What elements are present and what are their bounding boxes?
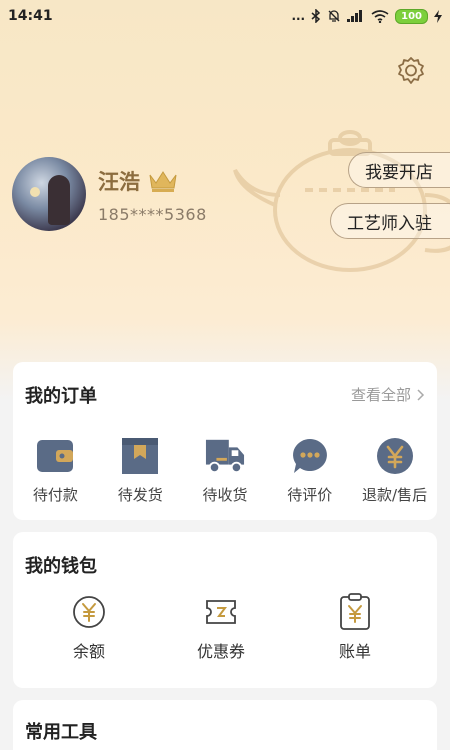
coupon-icon	[203, 594, 239, 630]
wallet-balance[interactable]: 余额	[71, 594, 107, 662]
package-icon	[120, 436, 160, 476]
wallet-bills[interactable]: 账单	[337, 593, 373, 662]
tools-card: 常用工具	[13, 700, 437, 750]
order-refund-aftersale[interactable]: 退款/售后	[352, 436, 437, 505]
order-pending-review[interactable]: 待评价	[267, 436, 352, 505]
order-pending-receipt[interactable]: 待收货	[183, 436, 268, 505]
wifi-icon	[371, 9, 389, 23]
crown-icon	[149, 171, 177, 192]
craftsman-join-button[interactable]: 工艺师入驻	[330, 203, 450, 239]
mute-bell-icon	[328, 10, 340, 22]
bluetooth-icon	[311, 9, 321, 23]
comment-icon	[290, 436, 330, 476]
tools-title: 常用工具	[25, 722, 97, 743]
order-item-label: 待收货	[202, 486, 248, 504]
open-store-button[interactable]: 我要开店	[348, 152, 450, 188]
order-item-label: 待评价	[287, 486, 333, 504]
status-bar: 14:41 ... 100	[0, 0, 450, 32]
view-all-label: 查看全部	[350, 386, 411, 404]
refund-icon	[375, 436, 415, 476]
order-status-row: 待付款 待发货 待收货 待评价 退款/售后	[13, 436, 437, 505]
wallet-icon	[35, 436, 75, 476]
user-name: 汪浩	[98, 170, 140, 194]
yuan-coin-icon	[71, 594, 107, 630]
teapot-watermark-icon	[233, 130, 450, 272]
avatar-sun	[30, 187, 40, 197]
battery-indicator: 100	[395, 8, 428, 24]
wallet-card: 我的钱包 余额 优惠券 账单	[13, 532, 437, 688]
orders-card: 我的订单 查看全部 待付款 待发货 待收货 待评价 退款/售后	[13, 362, 437, 520]
order-item-label: 待发货	[117, 486, 163, 504]
charging-icon	[434, 9, 442, 23]
settings-gear-icon[interactable]	[394, 54, 428, 88]
more-dots-icon: ...	[291, 9, 306, 23]
wallet-item-label: 优惠券	[197, 642, 246, 661]
order-pending-shipment[interactable]: 待发货	[98, 436, 183, 505]
wallet-item-label: 余额	[72, 642, 105, 661]
order-pending-payment[interactable]: 待付款	[13, 436, 98, 505]
bill-icon	[337, 593, 373, 630]
user-phone: 185****5368	[98, 205, 207, 224]
status-icons: ... 100	[291, 8, 442, 24]
signal-icon	[347, 10, 363, 22]
user-name-row: 汪浩	[98, 166, 178, 196]
orders-title: 我的订单	[25, 386, 97, 407]
wallet-title: 我的钱包	[25, 556, 97, 577]
status-time: 14:41	[8, 8, 53, 24]
order-item-label: 退款/售后	[362, 486, 428, 504]
order-item-label: 待付款	[32, 486, 78, 504]
wallet-coupons[interactable]: 优惠券	[197, 594, 245, 662]
truck-icon	[205, 436, 245, 476]
view-all-orders-link[interactable]: 查看全部	[351, 384, 425, 405]
avatar-person	[48, 175, 70, 225]
avatar[interactable]	[12, 157, 86, 231]
chevron-right-icon	[417, 388, 425, 401]
wallet-item-label: 账单	[338, 642, 371, 661]
